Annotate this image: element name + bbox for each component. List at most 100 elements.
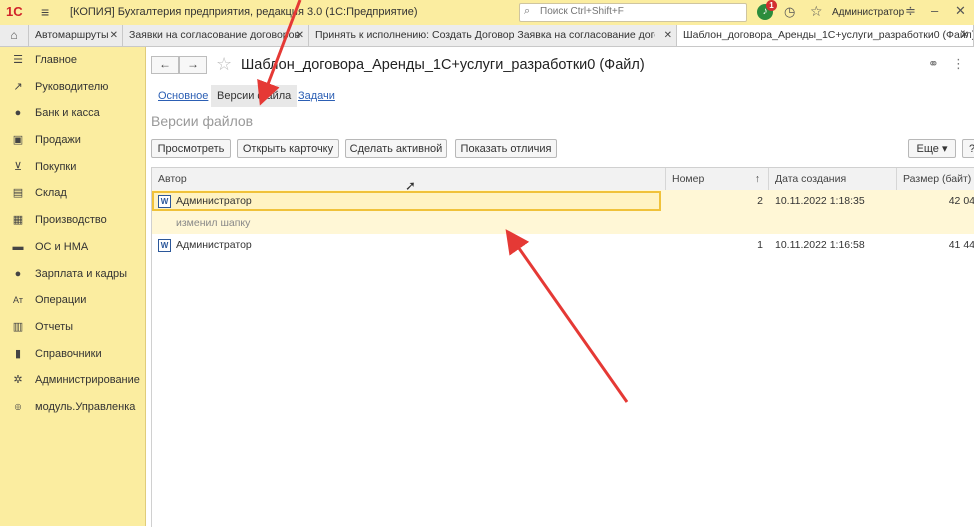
- close-tab-icon[interactable]: ✕: [296, 25, 304, 46]
- settings-menu-icon[interactable]: ≑: [905, 3, 916, 19]
- sidebar-item-salary[interactable]: ● Зарплата и кадры: [0, 261, 145, 288]
- sidebar-item-label: Зарплата и кадры: [35, 267, 128, 280]
- current-user[interactable]: Администратор: [832, 7, 904, 18]
- sidebar-item-main[interactable]: ☰ Главное: [0, 47, 145, 74]
- history-icon[interactable]: ◷: [784, 4, 795, 20]
- version-comment: изменил шапку: [176, 217, 251, 229]
- sidebar-item-module[interactable]: ◎ модуль.Управленка: [0, 394, 145, 421]
- favorites-icon[interactable]: ☆: [810, 3, 823, 20]
- tab-automarshruty[interactable]: Автомаршруты ✕: [29, 25, 123, 46]
- tab-label: Шаблон_договора_Аренды_1С+услуги_разрабо…: [683, 29, 974, 41]
- sidebar-item-label: модуль.Управленка: [35, 400, 136, 413]
- tab-accept-execution[interactable]: Принять к исполнению: Создать Договор За…: [309, 25, 677, 46]
- sidebar-item-label: ОС и НМА: [35, 240, 89, 253]
- version-comment-row[interactable]: изменил шапку: [152, 212, 974, 234]
- sidebar-item-label: Администрирование: [35, 374, 140, 387]
- sidebar-item-label: Руководителю: [35, 80, 109, 93]
- favorite-star-icon[interactable]: ☆: [216, 54, 232, 75]
- sidebar-item-label: Отчеты: [35, 320, 74, 333]
- forward-button[interactable]: →: [179, 56, 207, 74]
- cell-created: 10.11.2022 1:18:35: [775, 195, 865, 207]
- close-tab-icon[interactable]: ✕: [110, 25, 118, 46]
- file-versions-table: Автор Номер ↑ Дата создания Размер (байт)…: [151, 167, 974, 527]
- column-number[interactable]: Номер ↑: [666, 168, 769, 190]
- view-button[interactable]: Просмотреть: [151, 139, 231, 158]
- books-icon: ▮: [14, 347, 22, 360]
- sidebar-item-label: Производство: [35, 214, 107, 227]
- tab-label: Принять к исполнению: Создать Договор За…: [315, 29, 655, 41]
- column-size[interactable]: Размер (байт): [897, 168, 974, 190]
- more-button[interactable]: Еще ▾: [908, 139, 956, 158]
- word-document-icon: W: [158, 195, 171, 208]
- module-icon: ◎: [14, 401, 22, 411]
- sidebar-item-label: Операции: [35, 294, 87, 307]
- app-title: [КОПИЯ] Бухгалтерия предприятия, редакци…: [70, 6, 418, 18]
- help-button[interactable]: ?: [962, 139, 974, 158]
- column-created[interactable]: Дата создания: [769, 168, 897, 190]
- search-input[interactable]: [538, 5, 742, 18]
- tab-contract-requests[interactable]: Заявки на согласование договоров ✕: [123, 25, 309, 46]
- sidebar-item-label: Покупки: [35, 160, 77, 173]
- tab-label: Заявки на согласование договоров: [129, 29, 301, 41]
- cell-author: Администратор: [176, 239, 252, 251]
- tab-tasks[interactable]: Задачи: [298, 85, 335, 107]
- more-vertical-icon[interactable]: ⋮: [952, 56, 965, 72]
- table-row[interactable]: W Администратор 1 10.11.2022 1:16:58 41 …: [152, 234, 974, 256]
- global-search[interactable]: ⌕: [519, 3, 747, 22]
- form-area: ← → ☆ Шаблон_договора_Аренды_1С+услуги_р…: [146, 47, 974, 527]
- sidebar-item-warehouse[interactable]: ▤ Склад: [0, 180, 145, 207]
- sidebar-item-sales[interactable]: ▣ Продажи: [0, 127, 145, 154]
- sales-icon: ▣: [12, 134, 24, 147]
- sidebar-item-label: Продажи: [35, 134, 81, 147]
- show-diff-button[interactable]: Показать отличия: [455, 139, 557, 158]
- sidebar-item-operations[interactable]: Ат Операции: [0, 287, 145, 314]
- search-icon: ⌕: [524, 5, 531, 17]
- cell-number: 2: [757, 195, 763, 207]
- sidebar-item-bank[interactable]: ● Банк и касса: [0, 100, 145, 127]
- sidebar-item-purchases[interactable]: ⊻ Покупки: [0, 154, 145, 181]
- word-document-icon: W: [158, 239, 171, 252]
- table-row[interactable]: W Администратор 2 10.11.2022 1:18:35 42 …: [152, 190, 974, 212]
- gear-icon: ✲: [13, 374, 23, 387]
- home-icon[interactable]: ⌂: [0, 25, 29, 46]
- sort-arrow-icon: ↑: [754, 173, 760, 185]
- tab-file-template[interactable]: Шаблон_договора_Аренды_1С+услуги_разрабо…: [677, 25, 974, 46]
- tab-label: Автомаршруты: [35, 29, 109, 41]
- sidebar-item-administration[interactable]: ✲ Администрирование: [0, 367, 145, 394]
- cell-size: 41 44: [948, 239, 974, 251]
- warehouse-icon: ▤: [12, 187, 24, 200]
- mouse-cursor-icon: ➚: [405, 178, 416, 193]
- truck-icon: ▬: [12, 240, 24, 253]
- notifications-icon[interactable]: ♪ 1: [757, 0, 777, 20]
- cart-icon: ⊻: [13, 160, 23, 173]
- menu-icon: ☰: [13, 54, 23, 66]
- sidebar-item-production[interactable]: ▦ Производство: [0, 207, 145, 234]
- tab-main[interactable]: Основное: [158, 85, 208, 107]
- production-icon: ▦: [12, 214, 24, 227]
- sidebar-item-label: Главное: [35, 54, 78, 66]
- sidebar-item-label: Склад: [35, 187, 67, 200]
- sidebar-item-reports[interactable]: ▥ Отчеты: [0, 314, 145, 341]
- table-header: Автор Номер ↑ Дата создания Размер (байт): [152, 168, 974, 191]
- bank-icon: ●: [14, 107, 22, 120]
- main-menu-icon[interactable]: ≡: [41, 4, 49, 20]
- reports-icon: ▥: [12, 320, 24, 333]
- title-bar: 1С ≡ [КОПИЯ] Бухгалтерия предприятия, ре…: [0, 0, 974, 26]
- sidebar-item-label: Банк и касса: [35, 107, 100, 120]
- minimize-icon[interactable]: –: [931, 3, 938, 18]
- 1c-logo: 1С: [6, 4, 23, 19]
- open-card-button[interactable]: Открыть карточку: [237, 139, 339, 158]
- close-tab-icon[interactable]: ✕: [961, 25, 969, 46]
- sidebar-item-directories[interactable]: ▮ Справочники: [0, 341, 145, 368]
- sidebar-item-assets[interactable]: ▬ ОС и НМА: [0, 234, 145, 261]
- cell-number: 1: [757, 239, 763, 251]
- link-icon[interactable]: ⚭: [928, 56, 939, 72]
- close-window-icon[interactable]: ✕: [955, 3, 966, 19]
- back-button[interactable]: ←: [151, 56, 179, 74]
- sidebar-item-manager[interactable]: ↗ Руководителю: [0, 74, 145, 101]
- tab-file-versions[interactable]: Версии файла: [211, 85, 298, 107]
- person-icon: ●: [14, 267, 22, 280]
- sidebar: ☰ Главное ↗ Руководителю ● Банк и касса ▣ Пр…: [0, 47, 146, 526]
- make-active-button[interactable]: Сделать активной: [345, 139, 447, 158]
- close-tab-icon[interactable]: ✕: [664, 25, 672, 46]
